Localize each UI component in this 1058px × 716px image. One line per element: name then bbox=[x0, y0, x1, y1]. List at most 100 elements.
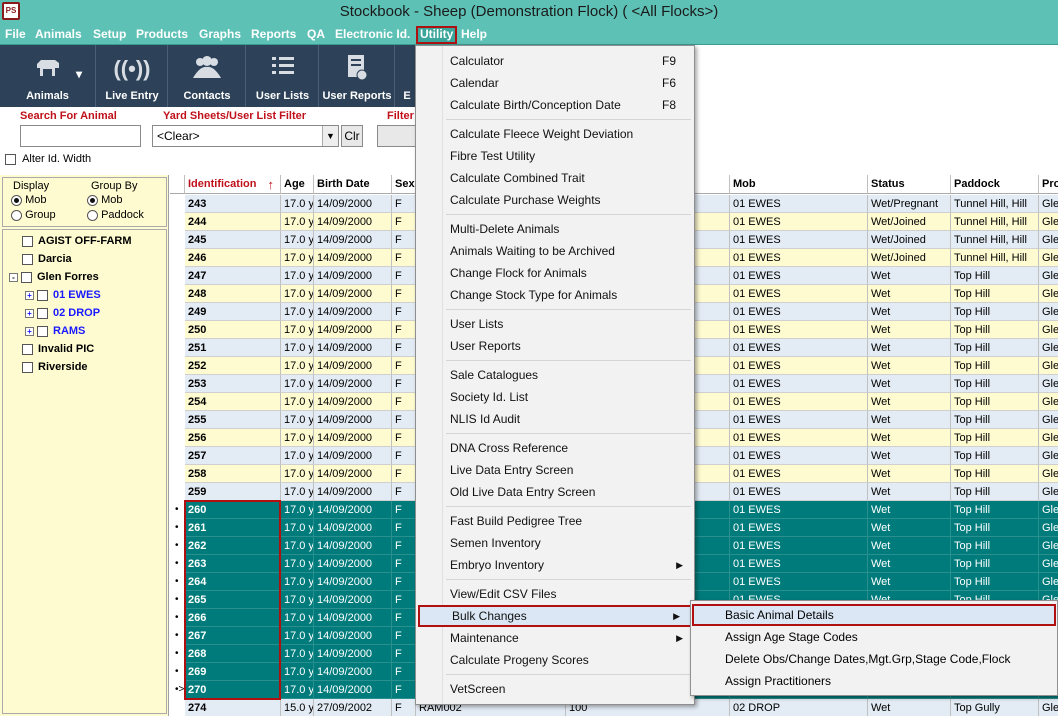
tree-checkbox[interactable] bbox=[21, 271, 32, 283]
cell-property[interactable]: Gle bbox=[1039, 411, 1058, 429]
cell-status[interactable]: Wet bbox=[868, 267, 951, 285]
cell-age[interactable]: 17.0 yr bbox=[281, 195, 314, 213]
cell-property[interactable]: Gle bbox=[1039, 303, 1058, 321]
cell-age[interactable]: 17.0 yr bbox=[281, 303, 314, 321]
cell-property[interactable]: Gle bbox=[1039, 537, 1058, 555]
cell-status[interactable]: Wet bbox=[868, 429, 951, 447]
cell-status[interactable]: Wet bbox=[868, 357, 951, 375]
cell-property[interactable]: Gle bbox=[1039, 267, 1058, 285]
column-header-mob[interactable]: Mob bbox=[730, 175, 868, 194]
cell-mob[interactable]: 01 EWES bbox=[730, 483, 868, 501]
cell-id[interactable]: 244 bbox=[185, 213, 281, 231]
cell-birth-date[interactable]: 14/09/2000 bbox=[314, 429, 392, 447]
cell-property[interactable]: Gle bbox=[1039, 375, 1058, 393]
expand-icon[interactable]: + bbox=[25, 308, 34, 318]
cell-birth-date[interactable]: 14/09/2000 bbox=[314, 591, 392, 609]
toolbar-user-reports-button[interactable]: User Reports bbox=[320, 45, 395, 107]
cell-mob[interactable]: 01 EWES bbox=[730, 231, 868, 249]
cell-paddock[interactable]: Top Hill bbox=[951, 483, 1039, 501]
cell-sex[interactable]: F bbox=[392, 699, 416, 716]
radio-icon[interactable] bbox=[87, 209, 98, 221]
cell-mob[interactable]: 01 EWES bbox=[730, 519, 868, 537]
cell-id[interactable]: 257 bbox=[185, 447, 281, 465]
cell-status[interactable]: Wet bbox=[868, 411, 951, 429]
cell-sex[interactable]: F bbox=[392, 627, 416, 645]
menu-item-calculate-purchase-weights[interactable]: Calculate Purchase Weights bbox=[443, 189, 693, 211]
cell-sex[interactable]: F bbox=[392, 321, 416, 339]
menu-graphs[interactable]: Graphs bbox=[197, 26, 243, 44]
cell-id[interactable]: 246 bbox=[185, 249, 281, 267]
cell-mob[interactable]: 01 EWES bbox=[730, 555, 868, 573]
cell-birth-date[interactable]: 27/09/2002 bbox=[314, 699, 392, 716]
cell-id[interactable]: 263 bbox=[185, 555, 281, 573]
cell-property[interactable]: Gle bbox=[1039, 519, 1058, 537]
menu-products[interactable]: Products bbox=[134, 26, 190, 44]
cell-status[interactable]: Wet bbox=[868, 375, 951, 393]
cell-id[interactable]: 262 bbox=[185, 537, 281, 555]
cell-birth-date[interactable]: 14/09/2000 bbox=[314, 645, 392, 663]
cell-birth-date[interactable]: 14/09/2000 bbox=[314, 501, 392, 519]
menu-utility[interactable]: Utility bbox=[416, 26, 458, 44]
tree-item-riverside[interactable]: Riverside bbox=[9, 358, 88, 376]
cell-id[interactable]: 270 bbox=[185, 681, 281, 699]
cell-age[interactable]: 17.0 yr bbox=[281, 519, 314, 537]
tree-checkbox[interactable] bbox=[37, 289, 48, 301]
cell-id[interactable]: 261 bbox=[185, 519, 281, 537]
cell-age[interactable]: 17.0 yr bbox=[281, 609, 314, 627]
groupby-paddock-option[interactable]: Paddock bbox=[87, 209, 144, 221]
cell-sex[interactable]: F bbox=[392, 663, 416, 681]
radio-icon[interactable] bbox=[87, 194, 98, 206]
tree-item-darcia[interactable]: Darcia bbox=[9, 250, 72, 268]
cell-id[interactable]: 248 bbox=[185, 285, 281, 303]
cell-id[interactable]: 265 bbox=[185, 591, 281, 609]
cell-paddock[interactable]: Top Hill bbox=[951, 357, 1039, 375]
cell-status[interactable]: Wet bbox=[868, 483, 951, 501]
menu-item-calendar[interactable]: Calendar F6 bbox=[443, 72, 693, 94]
cell-mob[interactable]: 01 EWES bbox=[730, 303, 868, 321]
tree-item-agist-off-farm[interactable]: AGIST OFF-FARM bbox=[9, 232, 132, 250]
collapse-icon[interactable]: - bbox=[9, 272, 18, 282]
cell-id[interactable]: 254 bbox=[185, 393, 281, 411]
cell-sex[interactable]: F bbox=[392, 303, 416, 321]
tree-checkbox[interactable] bbox=[22, 361, 33, 373]
cell-birth-date[interactable]: 14/09/2000 bbox=[314, 627, 392, 645]
menu-item-calculate-birth-conception-date[interactable]: Calculate Birth/Conception Date F8 bbox=[443, 94, 693, 116]
cell-mob[interactable]: 01 EWES bbox=[730, 249, 868, 267]
menu-animals[interactable]: Animals bbox=[33, 26, 84, 44]
cell-sex[interactable]: F bbox=[392, 645, 416, 663]
cell-paddock[interactable]: Top Hill bbox=[951, 285, 1039, 303]
cell-mob[interactable]: 01 EWES bbox=[730, 429, 868, 447]
filter2-button[interactable] bbox=[377, 125, 418, 147]
display-group-option[interactable]: Group bbox=[11, 209, 56, 221]
cell-birth-date[interactable]: 14/09/2000 bbox=[314, 393, 392, 411]
cell-birth-date[interactable]: 14/09/2000 bbox=[314, 447, 392, 465]
cell-mob[interactable]: 01 EWES bbox=[730, 267, 868, 285]
tree-checkbox[interactable] bbox=[22, 343, 33, 355]
cell-mob[interactable]: 01 EWES bbox=[730, 375, 868, 393]
menu-item-semen-inventory[interactable]: Semen Inventory bbox=[443, 532, 693, 554]
cell-status[interactable]: Wet bbox=[868, 465, 951, 483]
menu-item-vetscreen[interactable]: VetScreen bbox=[443, 678, 693, 700]
alter-id-width-toggle[interactable]: Alter Id. Width bbox=[5, 153, 91, 165]
cell-paddock[interactable]: Top Hill bbox=[951, 429, 1039, 447]
cell-mob[interactable]: 01 EWES bbox=[730, 501, 868, 519]
menu-item-calculate-combined-trait[interactable]: Calculate Combined Trait bbox=[443, 167, 693, 189]
alter-id-width-checkbox[interactable] bbox=[5, 153, 16, 165]
cell-status[interactable]: Wet bbox=[868, 555, 951, 573]
cell-id[interactable]: 252 bbox=[185, 357, 281, 375]
cell-paddock[interactable]: Top Hill bbox=[951, 339, 1039, 357]
cell-sex[interactable]: F bbox=[392, 339, 416, 357]
cell-paddock[interactable]: Top Hill bbox=[951, 303, 1039, 321]
cell-status[interactable]: Wet bbox=[868, 339, 951, 357]
cell-id[interactable]: 250 bbox=[185, 321, 281, 339]
filter-select[interactable]: <Clear> ▼ bbox=[152, 125, 339, 147]
cell-birth-date[interactable]: 14/09/2000 bbox=[314, 537, 392, 555]
cell-sex[interactable]: F bbox=[392, 483, 416, 501]
cell-age[interactable]: 15.0 yr bbox=[281, 699, 314, 716]
cell-mob[interactable]: 01 EWES bbox=[730, 195, 868, 213]
cell-sex[interactable]: F bbox=[392, 213, 416, 231]
cell-birth-date[interactable]: 14/09/2000 bbox=[314, 681, 392, 699]
cell-birth-date[interactable]: 14/09/2000 bbox=[314, 375, 392, 393]
cell-status[interactable]: Wet bbox=[868, 537, 951, 555]
groupby-mob-option[interactable]: Mob bbox=[87, 194, 122, 206]
